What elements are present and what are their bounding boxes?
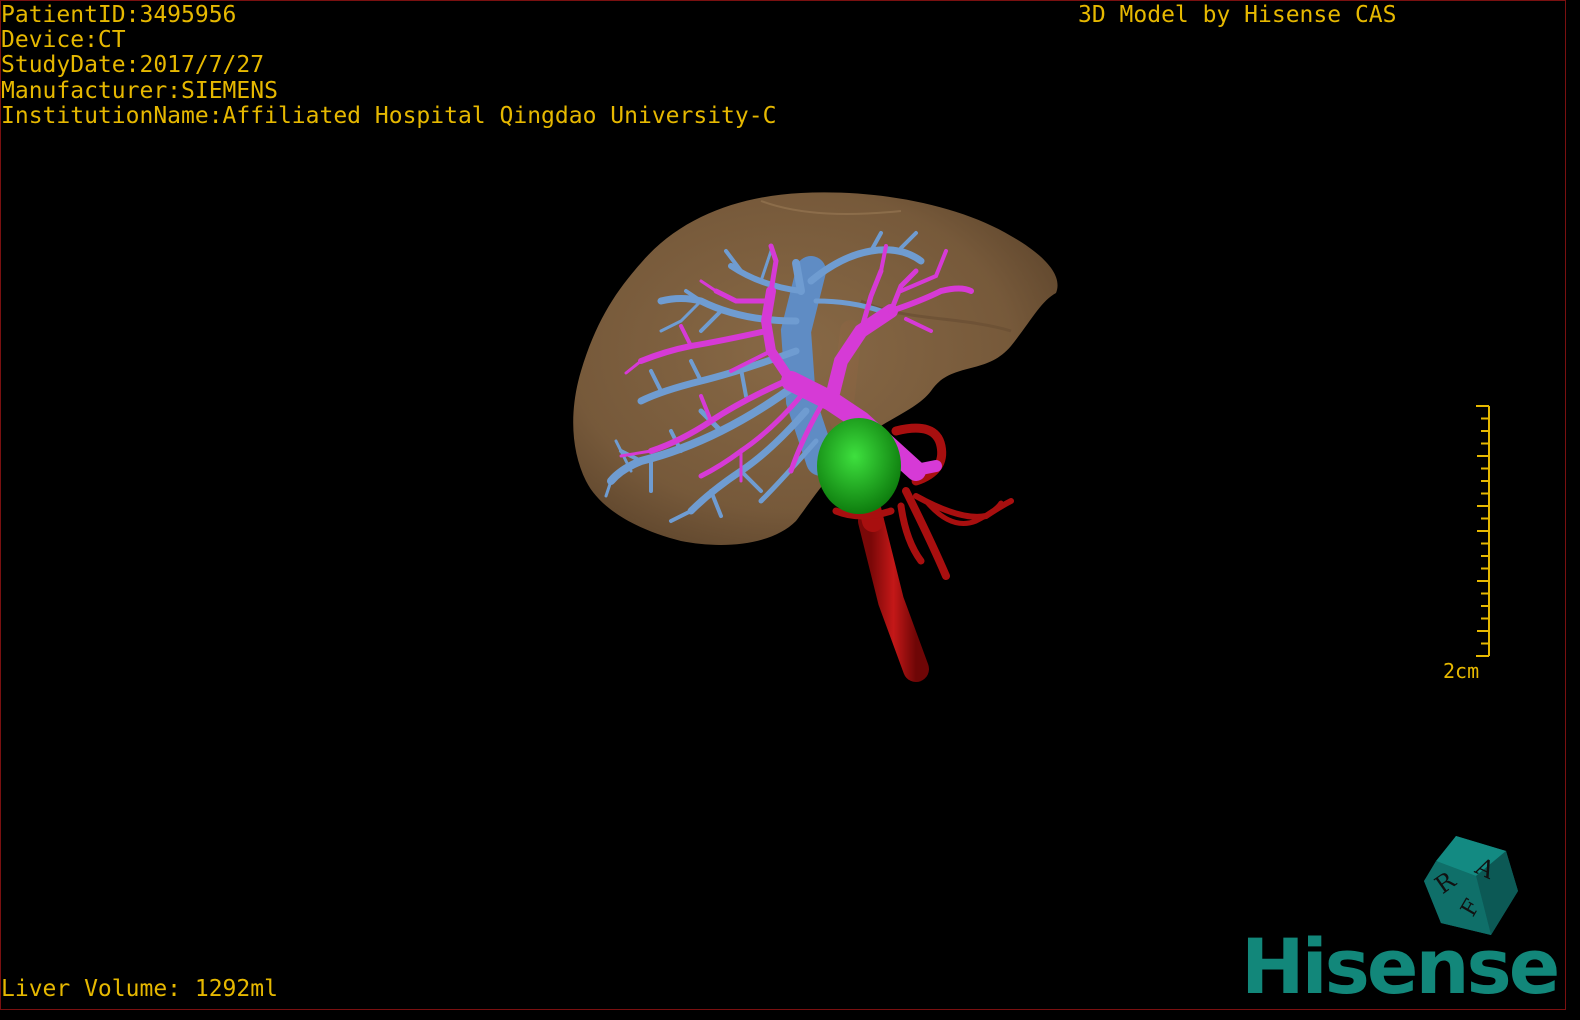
manufacturer: Manufacturer:SIEMENS: [1, 77, 278, 104]
patient-id: PatientID:3495956: [1, 2, 237, 28]
3d-viewport[interactable]: PatientID:3495956 Device:CT StudyDate:20…: [0, 0, 1566, 1010]
liver-surface: [573, 192, 1058, 545]
device: Device:CT: [1, 27, 126, 54]
liver-3d-model[interactable]: [1, 1, 1566, 1010]
tumor[interactable]: [817, 418, 901, 514]
study-date: StudyDate:2017/7/27: [1, 52, 265, 79]
model-credit: 3D Model by Hisense CAS: [1078, 2, 1397, 28]
patient-info-overlay: PatientID:3495956 Device:CT StudyDate:20…: [1, 2, 777, 129]
liver-volume: Liver Volume: 1292ml: [1, 976, 278, 1002]
hisense-logo: Hisense: [1241, 922, 1560, 1010]
institution-name: InstitutionName:Affiliated Hospital Qing…: [1, 102, 777, 129]
scale-label: 2cm: [1443, 659, 1480, 683]
scale-bar: [1476, 405, 1490, 657]
